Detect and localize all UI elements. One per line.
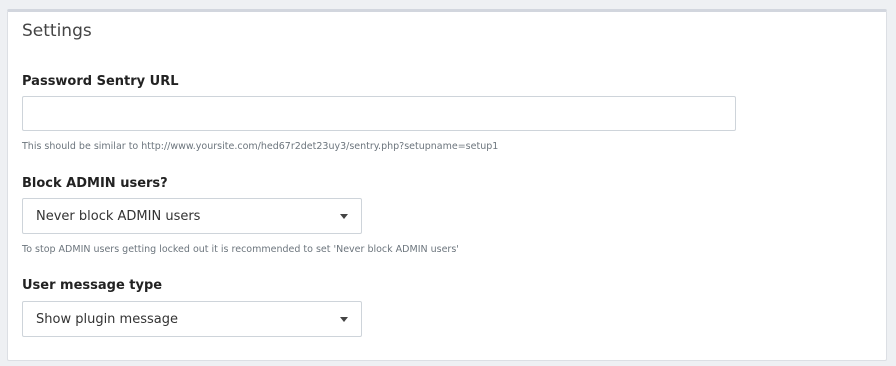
- block-admin-label: Block ADMIN users?: [22, 176, 168, 191]
- block-admin-help: To stop ADMIN users getting locked out i…: [22, 244, 459, 255]
- sentry-url-label: Password Sentry URL: [22, 74, 179, 89]
- block-admin-select[interactable]: Never block ADMIN users: [22, 198, 362, 234]
- chevron-down-icon: [340, 214, 348, 219]
- panel-title: Settings: [22, 21, 92, 41]
- message-type-select[interactable]: Show plugin message: [22, 301, 362, 337]
- message-type-label: User message type: [22, 278, 163, 293]
- sentry-url-help: This should be similar to http://www.you…: [22, 141, 499, 152]
- settings-panel: Settings Password Sentry URL This should…: [7, 9, 887, 361]
- message-type-selected-value: Show plugin message: [36, 312, 178, 327]
- block-admin-selected-value: Never block ADMIN users: [36, 209, 201, 224]
- sentry-url-input[interactable]: [22, 96, 736, 131]
- chevron-down-icon: [340, 317, 348, 322]
